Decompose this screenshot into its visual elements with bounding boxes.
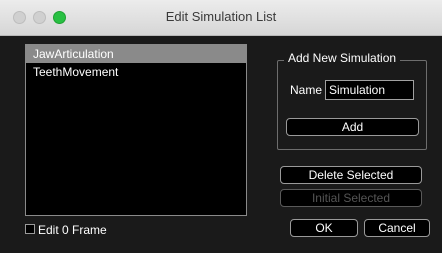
simulation-name-input[interactable] [325,80,414,100]
edit-frame-checkbox[interactable] [25,224,35,234]
ok-button[interactable]: OK [290,219,358,237]
name-label: Name [290,83,323,97]
edit-frame-label: Edit 0 Frame [38,223,107,237]
add-simulation-group-title: Add New Simulation [284,51,401,65]
cancel-button[interactable]: Cancel [364,219,430,237]
list-item[interactable]: JawArticulation [26,45,246,63]
title-bar: Edit Simulation List [0,0,442,36]
window-title: Edit Simulation List [165,9,277,24]
list-item[interactable]: TeethMovement [26,63,246,81]
initial-selected-button[interactable]: Initial Selected [280,189,422,207]
add-button[interactable]: Add [286,118,419,136]
add-simulation-group [277,60,427,150]
delete-selected-button[interactable]: Delete Selected [280,166,422,184]
simulation-list[interactable]: JawArticulation TeethMovement [25,44,247,216]
